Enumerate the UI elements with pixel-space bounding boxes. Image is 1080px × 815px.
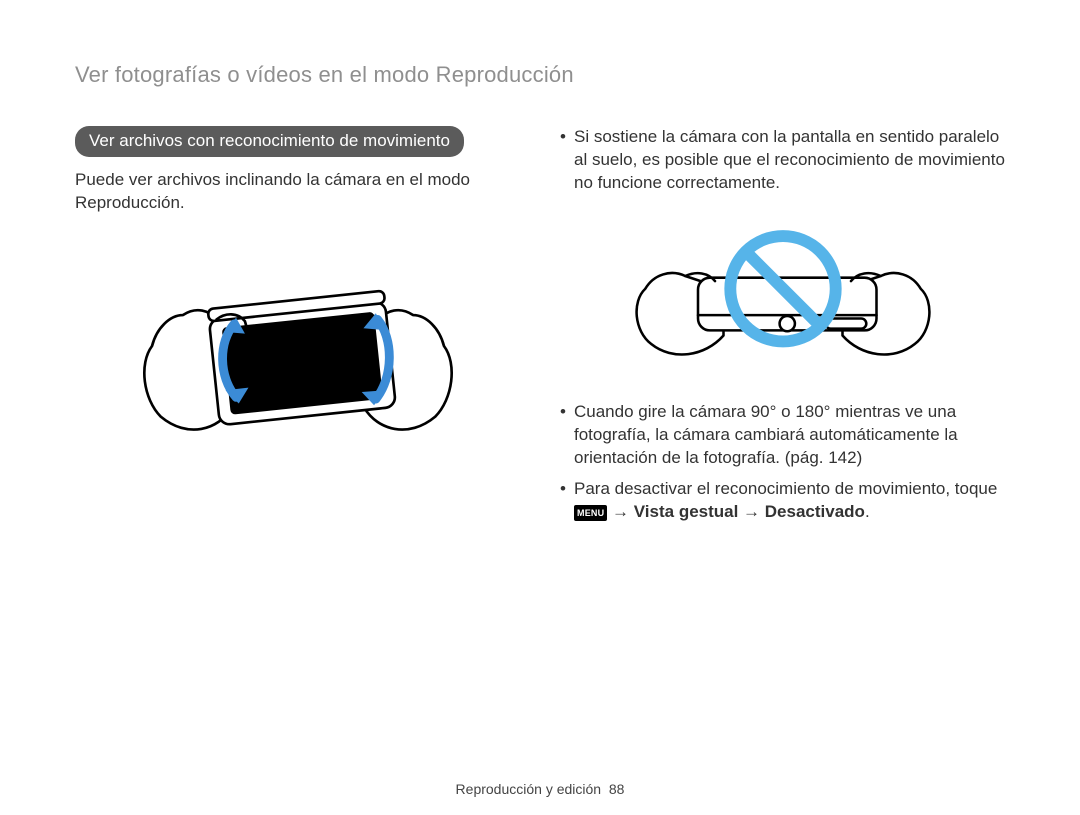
- period: .: [865, 502, 870, 521]
- manual-page: Ver fotografías o vídeos en el modo Repr…: [0, 0, 1080, 815]
- section-heading-pill: Ver archivos con reconocimiento de movim…: [75, 126, 464, 157]
- arrow-icon: →: [607, 502, 633, 521]
- left-column: Ver archivos con reconocimiento de movim…: [75, 126, 520, 532]
- notes-list: Si sostiene la cámara con la pantalla en…: [560, 126, 1005, 195]
- content-columns: Ver archivos con reconocimiento de movim…: [75, 126, 1005, 532]
- intro-text: Puede ver archivos inclinando la cámara …: [75, 169, 520, 215]
- page-title: Ver fotografías o vídeos en el modo Repr…: [75, 62, 1005, 88]
- menu-icon: MENU: [574, 505, 607, 521]
- footer-section: Reproducción y edición: [456, 781, 602, 797]
- right-column: Si sostiene la cámara con la pantalla en…: [560, 126, 1005, 532]
- note-disable-prefix: Para desactivar el reconocimiento de mov…: [574, 479, 997, 498]
- note-parallel-warning: Si sostiene la cámara con la pantalla en…: [560, 126, 1005, 195]
- page-footer: Reproducción y edición 88: [0, 781, 1080, 797]
- notes-list-2: Cuando gire la cámara 90° o 180° mientra…: [560, 401, 1005, 524]
- parallel-hold-illustration: [560, 203, 1005, 383]
- tilt-camera-illustration: [75, 231, 520, 461]
- note-disable: Para desactivar el reconocimiento de mov…: [560, 478, 1005, 524]
- setting-path: Vista gestual → Desactivado: [634, 502, 865, 521]
- note-rotate: Cuando gire la cámara 90° o 180° mientra…: [560, 401, 1005, 470]
- footer-page-number: 88: [609, 781, 625, 797]
